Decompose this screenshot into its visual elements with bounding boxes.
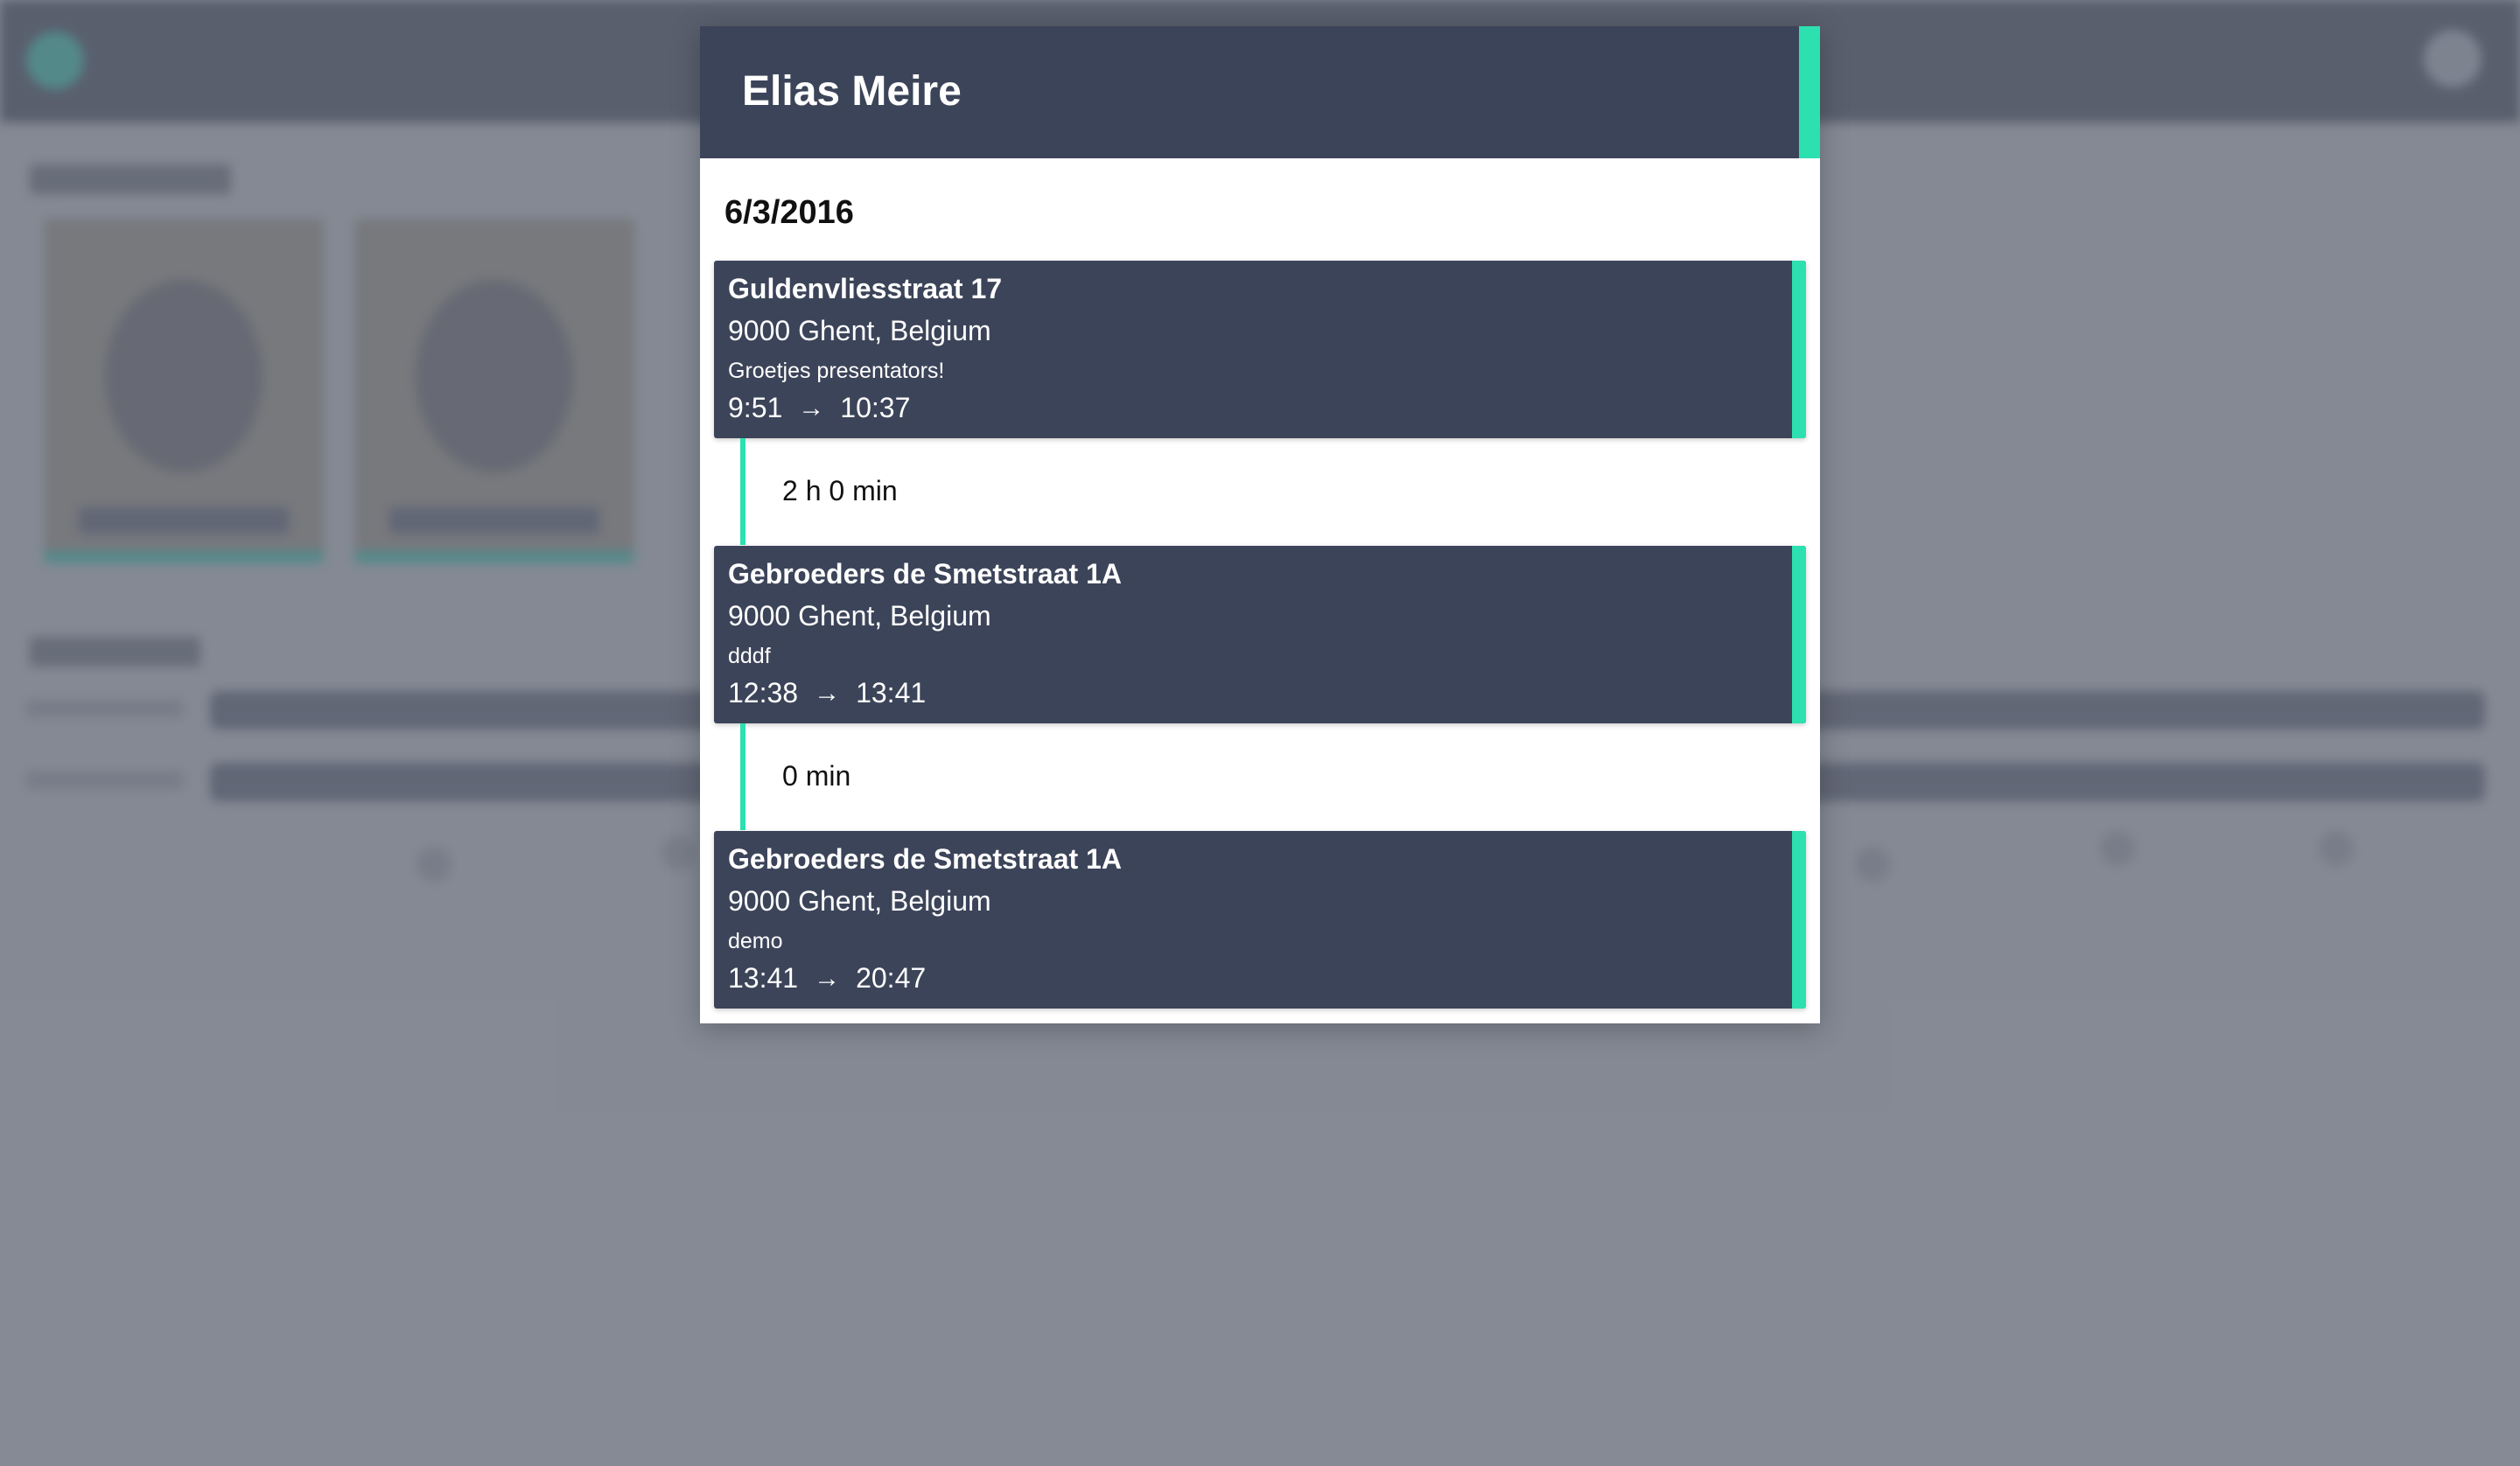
visit-city: 9000 Ghent, Belgium — [728, 600, 991, 632]
gap-duration: 0 min — [782, 760, 851, 792]
modal-header: Elias Meire — [700, 26, 1820, 158]
visit-accent-bar — [1792, 546, 1806, 723]
arrow-right-icon: → — [798, 393, 825, 422]
visit-times: 9:51 → 10:37 — [728, 392, 910, 424]
gap-duration: 2 h 0 min — [782, 475, 898, 506]
employee-visits-modal: Elias Meire 6/3/2016 Guldenvliesstraat 1… — [700, 26, 1820, 1023]
visit-times: 13:41 → 20:47 — [728, 962, 926, 995]
gap-line — [740, 438, 746, 545]
visit-card[interactable]: Gebroeders de Smetstraat 1A 9000 Ghent, … — [714, 546, 1806, 723]
visit-note: Groetjes presentators! — [728, 359, 945, 383]
visit-end-time: 10:37 — [840, 392, 911, 423]
visit-note: demo — [728, 929, 783, 953]
visit-accent-bar — [1792, 831, 1806, 1009]
modal-title: Elias Meire — [742, 68, 962, 115]
visit-end-time: 13:41 — [856, 677, 927, 709]
travel-gap: 0 min — [740, 723, 1790, 830]
visit-start-time: 9:51 — [728, 392, 783, 423]
visit-street: Gebroeders de Smetstraat 1A — [728, 558, 1122, 590]
visit-start-time: 12:38 — [728, 677, 799, 709]
visit-note: dddf — [728, 644, 771, 668]
visit-times: 12:38 → 13:41 — [728, 677, 926, 709]
travel-gap: 2 h 0 min — [740, 438, 1790, 545]
visit-card[interactable]: Gebroeders de Smetstraat 1A 9000 Ghent, … — [714, 831, 1806, 1009]
arrow-right-icon: → — [814, 678, 841, 708]
arrow-right-icon: → — [814, 963, 841, 993]
visit-street: Guldenvliesstraat 17 — [728, 273, 1003, 304]
header-accent-bar — [1799, 26, 1820, 158]
visit-city: 9000 Ghent, Belgium — [728, 315, 991, 346]
visit-accent-bar — [1792, 261, 1806, 438]
visit-street: Gebroeders de Smetstraat 1A — [728, 843, 1122, 875]
gap-line — [740, 723, 746, 830]
date-heading: 6/3/2016 — [724, 194, 854, 231]
visit-end-time: 20:47 — [856, 962, 927, 994]
visit-city: 9000 Ghent, Belgium — [728, 885, 991, 917]
visit-card[interactable]: Guldenvliesstraat 17 9000 Ghent, Belgium… — [714, 261, 1806, 438]
visit-start-time: 13:41 — [728, 962, 799, 994]
